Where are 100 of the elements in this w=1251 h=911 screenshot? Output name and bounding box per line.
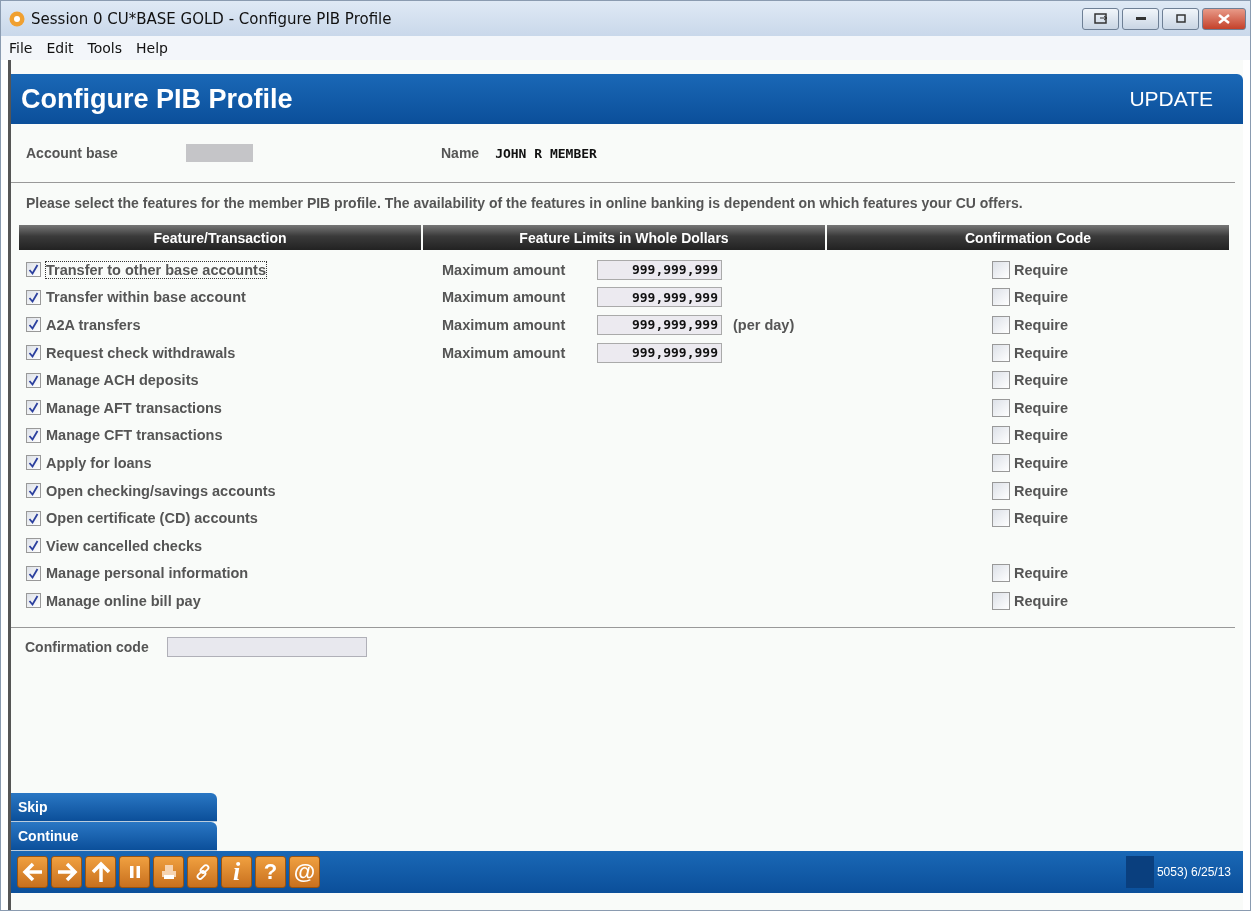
amount-field[interactable]: 999,999,999 — [597, 315, 722, 335]
checkbox[interactable] — [26, 289, 41, 305]
checkbox[interactable] — [26, 538, 41, 554]
check-icon — [28, 457, 39, 469]
close-icon — [1218, 13, 1230, 24]
feature-label[interactable]: Manage online bill pay — [45, 591, 202, 610]
checkbox[interactable] — [26, 400, 41, 416]
check-icon — [28, 567, 39, 579]
feature-label[interactable]: Open certificate (CD) accounts — [45, 509, 259, 528]
restore-button[interactable] — [1082, 7, 1119, 30]
app-logo-icon — [9, 10, 25, 27]
minimize-icon — [1135, 16, 1146, 21]
check-icon — [28, 264, 39, 276]
checkbox[interactable] — [26, 483, 41, 499]
amount-field[interactable]: 999,999,999 — [597, 287, 722, 308]
checkbox[interactable] — [992, 591, 1010, 610]
require-label[interactable]: Require — [1014, 372, 1068, 389]
instructions: Please select the features for the member PIB profile. The availability of the features in online banking is dependent on which features your CU offers. — [25, 194, 1024, 213]
check-icon — [28, 540, 39, 552]
require-label[interactable]: Require — [1014, 289, 1068, 306]
feature-label[interactable]: Request check withdrawals — [45, 343, 237, 362]
checkbox[interactable] — [26, 372, 41, 388]
mode-label: UPDATE — [1129, 87, 1213, 111]
feature-label[interactable]: Open checking/savings accounts — [45, 481, 277, 500]
require-label[interactable]: Require — [1014, 427, 1068, 444]
check-icon — [28, 347, 39, 359]
action-button[interactable]: Skip — [11, 793, 217, 822]
require-label[interactable]: Require — [1014, 592, 1068, 609]
feature-label[interactable]: Apply for loans — [45, 453, 153, 472]
action-button[interactable]: Continue — [11, 822, 217, 851]
feature-label[interactable]: Transfer within base account — [45, 288, 247, 307]
require-label[interactable]: Require — [1014, 261, 1068, 278]
checkbox[interactable] — [26, 593, 41, 609]
chain-link-icon — [193, 863, 212, 881]
check-icon — [28, 291, 39, 303]
confirmation-code-field[interactable] — [166, 636, 367, 657]
menu-item[interactable]: Help — [136, 40, 168, 56]
menu-item[interactable]: Tools — [87, 40, 123, 56]
link-button[interactable] — [187, 856, 218, 888]
checkbox[interactable] — [992, 260, 1010, 279]
pause-button[interactable] — [119, 856, 150, 888]
limit-note: (per day) — [733, 317, 795, 333]
checkbox[interactable] — [992, 564, 1010, 583]
forward-button[interactable] — [51, 856, 82, 888]
field-label: Maximum amount — [442, 317, 567, 333]
field-label: Confirmation code — [25, 638, 149, 655]
require-label[interactable]: Require — [1014, 510, 1068, 527]
check-icon — [28, 595, 39, 607]
require-label[interactable]: Require — [1014, 399, 1068, 416]
checkbox[interactable] — [26, 565, 41, 581]
checkbox[interactable] — [992, 288, 1010, 307]
checkbox[interactable] — [992, 453, 1010, 472]
checkbox[interactable] — [992, 509, 1010, 528]
require-label[interactable]: Require — [1014, 454, 1068, 471]
checkbox[interactable] — [992, 481, 1010, 500]
checkbox[interactable] — [992, 316, 1010, 334]
check-icon — [28, 429, 39, 441]
feature-label[interactable]: Manage personal information — [45, 564, 250, 583]
require-label[interactable]: Require — [1014, 317, 1068, 333]
checkbox[interactable] — [992, 343, 1010, 362]
checkbox[interactable] — [992, 398, 1010, 417]
close-button[interactable] — [1202, 7, 1246, 30]
minimize-button[interactable] — [1122, 7, 1159, 30]
checkbox[interactable] — [26, 510, 41, 526]
field-label: Maximum amount — [442, 344, 567, 361]
account-field — [186, 144, 253, 162]
amount-field[interactable]: 999,999,999 — [597, 342, 722, 363]
maximize-button[interactable] — [1162, 7, 1199, 30]
up-button[interactable] — [85, 856, 116, 888]
column-header: Feature/Transaction — [19, 225, 421, 250]
check-icon — [28, 485, 39, 497]
menu-item[interactable]: File — [9, 40, 33, 56]
print-button[interactable] — [153, 856, 184, 888]
checkbox[interactable] — [26, 345, 41, 361]
amount-field[interactable]: 999,999,999 — [597, 259, 722, 280]
window-icon — [1093, 13, 1108, 24]
feature-label[interactable]: Transfer to other base accounts — [45, 260, 267, 279]
feature-label[interactable]: View cancelled checks — [45, 536, 204, 555]
require-label[interactable]: Require — [1014, 344, 1068, 361]
feature-label[interactable]: Manage ACH deposits — [45, 371, 200, 390]
checkbox[interactable] — [26, 455, 41, 471]
checkbox[interactable] — [26, 262, 41, 278]
printer-icon — [160, 864, 177, 880]
check-icon — [28, 374, 39, 386]
check-icon — [28, 319, 39, 331]
left-arrow-icon — [21, 862, 44, 882]
status-box — [1125, 856, 1154, 888]
up-arrow-icon — [90, 861, 111, 883]
checkbox[interactable] — [992, 426, 1010, 445]
require-label[interactable]: Require — [1014, 482, 1068, 499]
feature-label[interactable]: Manage CFT transactions — [45, 426, 224, 445]
feature-label[interactable]: Manage AFT transactions — [45, 398, 223, 417]
checkbox[interactable] — [26, 427, 41, 443]
back-button[interactable] — [17, 856, 48, 888]
checkbox[interactable] — [26, 317, 41, 333]
menu-item[interactable]: Edit — [46, 40, 74, 56]
require-label[interactable]: Require — [1014, 565, 1068, 582]
right-arrow-icon — [55, 862, 78, 882]
checkbox[interactable] — [992, 371, 1010, 390]
feature-label[interactable]: A2A transfers — [45, 316, 142, 334]
